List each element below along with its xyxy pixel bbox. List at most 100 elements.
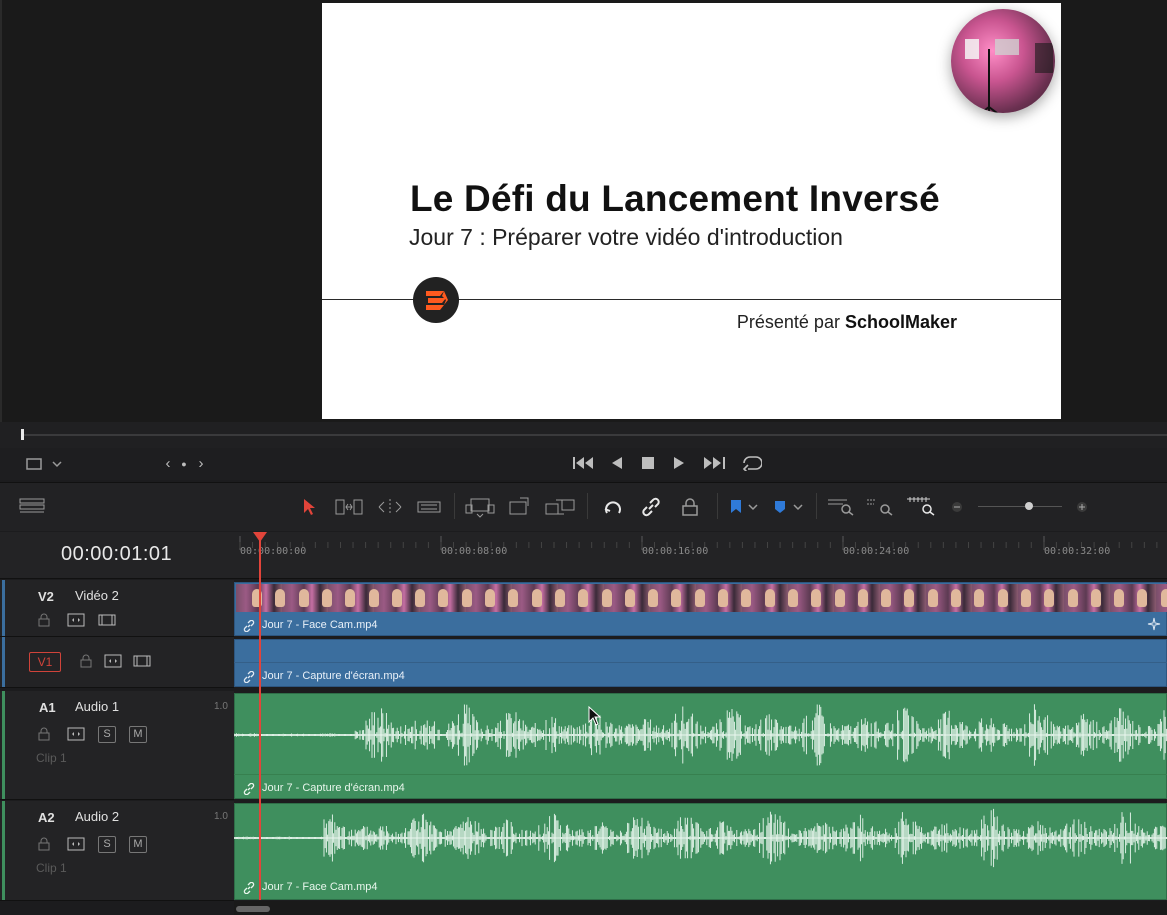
- clip-link-icon: [243, 782, 255, 800]
- clip-name-a1: Jour 7 - Capture d'écran.mp4: [262, 782, 405, 794]
- linked-selection-icon[interactable]: [640, 497, 662, 522]
- track-clip-count-a1: Clip 1: [36, 751, 67, 765]
- audio-waveform-a2: [234, 808, 1167, 868]
- toolbar-divider: [816, 493, 817, 519]
- track-id-v2: V2: [38, 589, 54, 604]
- mouse-cursor-icon: [588, 705, 602, 731]
- lock-track-icon[interactable]: [38, 613, 50, 632]
- clip-link-icon: [243, 619, 255, 637]
- loop-icon[interactable]: [740, 455, 763, 476]
- track-id-a2: A2: [38, 810, 55, 825]
- presented-prefix: Présenté par: [736, 312, 845, 332]
- track-name-a2[interactable]: Audio 2: [75, 809, 119, 824]
- clip-name-a2: Jour 7 - Face Cam.mp4: [262, 881, 378, 893]
- track-id-v1-destination[interactable]: V1: [29, 652, 61, 672]
- mute-button-a1[interactable]: M: [129, 726, 147, 743]
- track-name-v2[interactable]: Vidéo 2: [75, 588, 119, 603]
- toolbar-divider: [587, 493, 588, 519]
- next-nav-icon[interactable]: ›: [195, 456, 207, 472]
- ai-sparkle-icon[interactable]: [1147, 617, 1161, 636]
- full-extent-zoom-icon[interactable]: [827, 496, 855, 521]
- replace-clip-icon[interactable]: [544, 496, 576, 523]
- snapping-icon[interactable]: [602, 497, 624, 522]
- ruler-tick-label: 00:00:16:00: [642, 546, 709, 557]
- clip-thumbnails: [236, 584, 1167, 612]
- viewer-edge: [0, 0, 2, 422]
- go-to-start-icon[interactable]: [573, 456, 595, 475]
- marker-icon[interactable]: [772, 499, 804, 520]
- schoolmaker-logo-icon: [413, 277, 459, 323]
- slide-subtitle: Jour 7 : Préparer votre vidéo d'introduc…: [409, 224, 843, 250]
- track-output-icon[interactable]: [133, 654, 151, 673]
- track-color-stripe: [2, 691, 5, 799]
- dynamic-trim-tool-icon[interactable]: [375, 497, 405, 522]
- timeline-timecode[interactable]: 00:00:01:01: [61, 543, 172, 566]
- insert-clip-icon[interactable]: [465, 496, 495, 523]
- toolbar-divider: [454, 493, 455, 519]
- auto-select-icon[interactable]: [67, 613, 85, 632]
- mute-button-a2[interactable]: M: [129, 836, 147, 853]
- auto-select-icon[interactable]: [67, 837, 85, 856]
- zoom-in-icon[interactable]: [1076, 500, 1088, 518]
- viewer-frame[interactable]: Le Défi du Lancement Inversé Jour 7 : Pr…: [322, 3, 1061, 419]
- timeline-scrollbar[interactable]: [234, 901, 1167, 915]
- facecam-overlay: [951, 9, 1055, 113]
- trim-edit-tool-icon[interactable]: [334, 497, 364, 522]
- scrubber-bar: [0, 422, 1167, 450]
- auto-select-icon[interactable]: [67, 727, 85, 746]
- track-id-a1: A1: [39, 700, 56, 715]
- stop-icon[interactable]: [641, 456, 655, 475]
- auto-select-icon[interactable]: [104, 654, 122, 673]
- track-color-stripe: [2, 801, 5, 900]
- clip-name-v1: Jour 7 - Capture d'écran.mp4: [262, 670, 405, 682]
- track-volume-a2: 1.0: [214, 811, 228, 822]
- toolbar-divider: [717, 493, 718, 519]
- scrubber-track[interactable]: [22, 434, 1167, 436]
- lock-track-icon[interactable]: [38, 837, 50, 856]
- track-name-a1[interactable]: Audio 1: [75, 699, 119, 714]
- clip-name-v2: Jour 7 - Face Cam.mp4: [262, 619, 378, 631]
- go-to-end-icon[interactable]: [703, 456, 725, 475]
- blade-tool-icon[interactable]: [416, 497, 442, 522]
- clip-divider: [234, 662, 1167, 663]
- lock-track-icon[interactable]: [38, 727, 50, 746]
- timeline-view-options-icon[interactable]: [19, 498, 45, 519]
- track-clip-count-a2: Clip 1: [36, 861, 67, 875]
- zoom-slider-handle[interactable]: [1025, 502, 1033, 510]
- slide-title: Le Défi du Lancement Inversé: [410, 178, 940, 219]
- facecam-scene-icon: [965, 39, 1053, 113]
- selection-tool-icon[interactable]: [302, 498, 316, 521]
- overwrite-clip-icon[interactable]: [508, 496, 532, 523]
- zoom-out-icon[interactable]: [951, 500, 963, 518]
- audio-waveform-a1: [234, 704, 1167, 766]
- ruler-tick-label: 00:00:24:00: [843, 546, 910, 557]
- position-lock-icon[interactable]: [680, 497, 700, 522]
- zoom-slider-track[interactable]: [978, 506, 1062, 507]
- solo-button-a1[interactable]: S: [98, 726, 116, 743]
- ruler-tick-label: 00:00:08:00: [441, 546, 508, 557]
- nav-dot-icon[interactable]: ●: [178, 456, 190, 472]
- step-back-icon[interactable]: [611, 456, 623, 475]
- custom-zoom-icon[interactable]: [906, 496, 936, 521]
- clip-link-icon: [243, 881, 255, 899]
- playhead-line[interactable]: [259, 538, 261, 900]
- detail-zoom-icon[interactable]: [866, 496, 894, 521]
- clip-link-icon: [243, 670, 255, 688]
- track-output-icon[interactable]: [98, 613, 116, 632]
- ruler-tick-label: 00:00:00:00: [240, 546, 307, 557]
- slide-presented-by: Présenté par SchoolMaker: [737, 312, 957, 333]
- viewer-crop-icon[interactable]: [25, 456, 65, 476]
- play-icon[interactable]: [673, 456, 685, 475]
- prev-nav-icon[interactable]: ‹: [162, 456, 174, 472]
- track-volume-a1: 1.0: [214, 701, 228, 712]
- solo-button-a2[interactable]: S: [98, 836, 116, 853]
- flag-icon[interactable]: [729, 499, 759, 520]
- clip-divider: [234, 774, 1167, 775]
- timeline-scrollbar-thumb[interactable]: [236, 906, 270, 912]
- presented-brand: SchoolMaker: [844, 312, 957, 332]
- track-color-stripe: [2, 580, 5, 636]
- ruler-tick-label: 00:00:32:00: [1044, 546, 1111, 557]
- track-color-stripe: [2, 637, 5, 687]
- lock-track-icon[interactable]: [80, 654, 92, 673]
- scrubber-handle[interactable]: [21, 429, 24, 440]
